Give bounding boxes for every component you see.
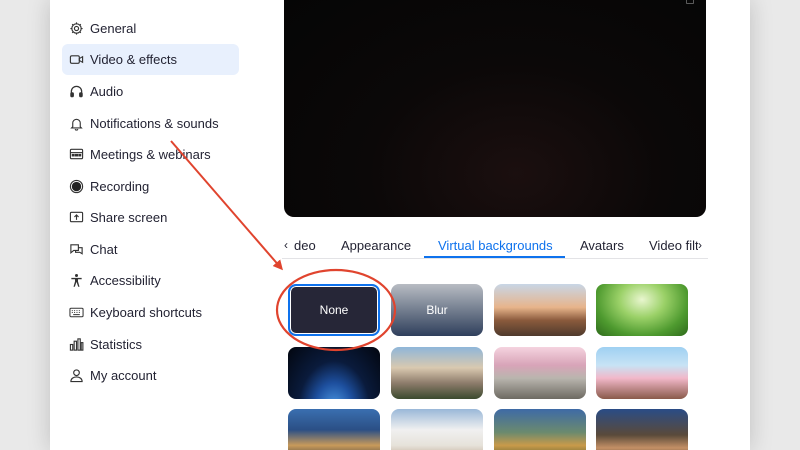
sidebar-item-label: Notifications & sounds bbox=[90, 116, 219, 131]
record-icon bbox=[62, 171, 90, 202]
sidebar-item-accessibility[interactable]: Accessibility bbox=[62, 265, 239, 296]
sidebar-item-audio[interactable]: Audio bbox=[62, 76, 239, 107]
background-campus-building[interactable] bbox=[391, 347, 483, 399]
background-blur[interactable]: Blur bbox=[391, 284, 483, 336]
background-grass[interactable] bbox=[596, 284, 688, 336]
sidebar-item-label: My account bbox=[90, 368, 157, 383]
sidebar-item-label: Audio bbox=[90, 84, 124, 99]
headphones-icon bbox=[62, 76, 90, 107]
preview-corner-icon[interactable] bbox=[686, 0, 694, 4]
background-golden-gate-bridge[interactable] bbox=[494, 284, 586, 336]
background-gazebo[interactable] bbox=[596, 409, 688, 450]
sidebar-item-label: Share screen bbox=[90, 210, 168, 225]
sidebar-item-label: Chat bbox=[90, 242, 118, 257]
user-icon bbox=[62, 360, 90, 391]
video-camera-icon bbox=[62, 44, 90, 75]
sidebar-item-statistics[interactable]: Statistics bbox=[62, 329, 239, 360]
sidebar-item-notifications[interactable]: Notifications & sounds bbox=[62, 108, 239, 139]
statistics-icon bbox=[62, 329, 90, 360]
sidebar-item-label: Statistics bbox=[90, 337, 143, 352]
background-earth[interactable] bbox=[288, 347, 380, 399]
tab-appearance[interactable]: Appearance bbox=[341, 232, 411, 259]
sidebar-item-keyboard-shortcuts[interactable]: Keyboard shortcuts bbox=[62, 297, 239, 328]
settings-sidebar: General Video & effects Audio Notificati… bbox=[50, 0, 250, 450]
camera-preview bbox=[284, 0, 706, 217]
tab-video[interactable]: deo bbox=[294, 232, 316, 259]
active-tab-indicator bbox=[424, 256, 565, 258]
tab-virtual-backgrounds[interactable]: Virtual backgrounds bbox=[438, 232, 553, 259]
sidebar-item-share-screen[interactable]: Share screen bbox=[62, 202, 239, 233]
calendar-icon bbox=[62, 139, 90, 170]
sidebar-item-label: Recording bbox=[90, 179, 150, 194]
sidebar-item-label: Meetings & webinars bbox=[90, 147, 211, 162]
background-campus-tower[interactable] bbox=[596, 347, 688, 399]
background-none[interactable]: None bbox=[288, 284, 380, 336]
share-screen-icon bbox=[62, 202, 90, 233]
chat-icon bbox=[62, 234, 90, 265]
tabs-scroll-left-icon[interactable]: ‹ bbox=[284, 232, 288, 259]
tab-avatars[interactable]: Avatars bbox=[580, 232, 624, 259]
background-arches[interactable] bbox=[391, 409, 483, 450]
background-cherry-blossom[interactable] bbox=[494, 347, 586, 399]
background-campus-night[interactable] bbox=[288, 409, 380, 450]
accessibility-icon bbox=[62, 265, 90, 296]
sidebar-item-label: Video & effects bbox=[90, 52, 177, 67]
background-blur-label: Blur bbox=[426, 303, 448, 317]
tabs-scroll-right-icon[interactable]: › bbox=[698, 232, 702, 259]
keyboard-icon bbox=[62, 297, 90, 328]
gear-icon bbox=[62, 13, 90, 44]
background-campus-garden[interactable] bbox=[494, 409, 586, 450]
sidebar-item-meetings[interactable]: Meetings & webinars bbox=[62, 139, 239, 170]
sidebar-item-chat[interactable]: Chat bbox=[62, 234, 239, 265]
background-none-label: None bbox=[319, 303, 349, 317]
settings-window: General Video & effects Audio Notificati… bbox=[50, 0, 750, 450]
sidebar-item-video-effects[interactable]: Video & effects bbox=[62, 44, 239, 75]
sidebar-item-label: Accessibility bbox=[90, 273, 161, 288]
bell-icon bbox=[62, 108, 90, 139]
sidebar-item-recording[interactable]: Recording bbox=[62, 171, 239, 202]
sidebar-item-general[interactable]: General bbox=[62, 13, 239, 44]
tab-video-filters[interactable]: Video filt bbox=[649, 232, 698, 259]
sidebar-item-my-account[interactable]: My account bbox=[62, 360, 239, 391]
sidebar-item-label: General bbox=[90, 21, 137, 36]
sidebar-item-label: Keyboard shortcuts bbox=[90, 305, 203, 320]
effects-tabs: ‹ deo Appearance Virtual backgrounds Ava… bbox=[282, 232, 708, 259]
